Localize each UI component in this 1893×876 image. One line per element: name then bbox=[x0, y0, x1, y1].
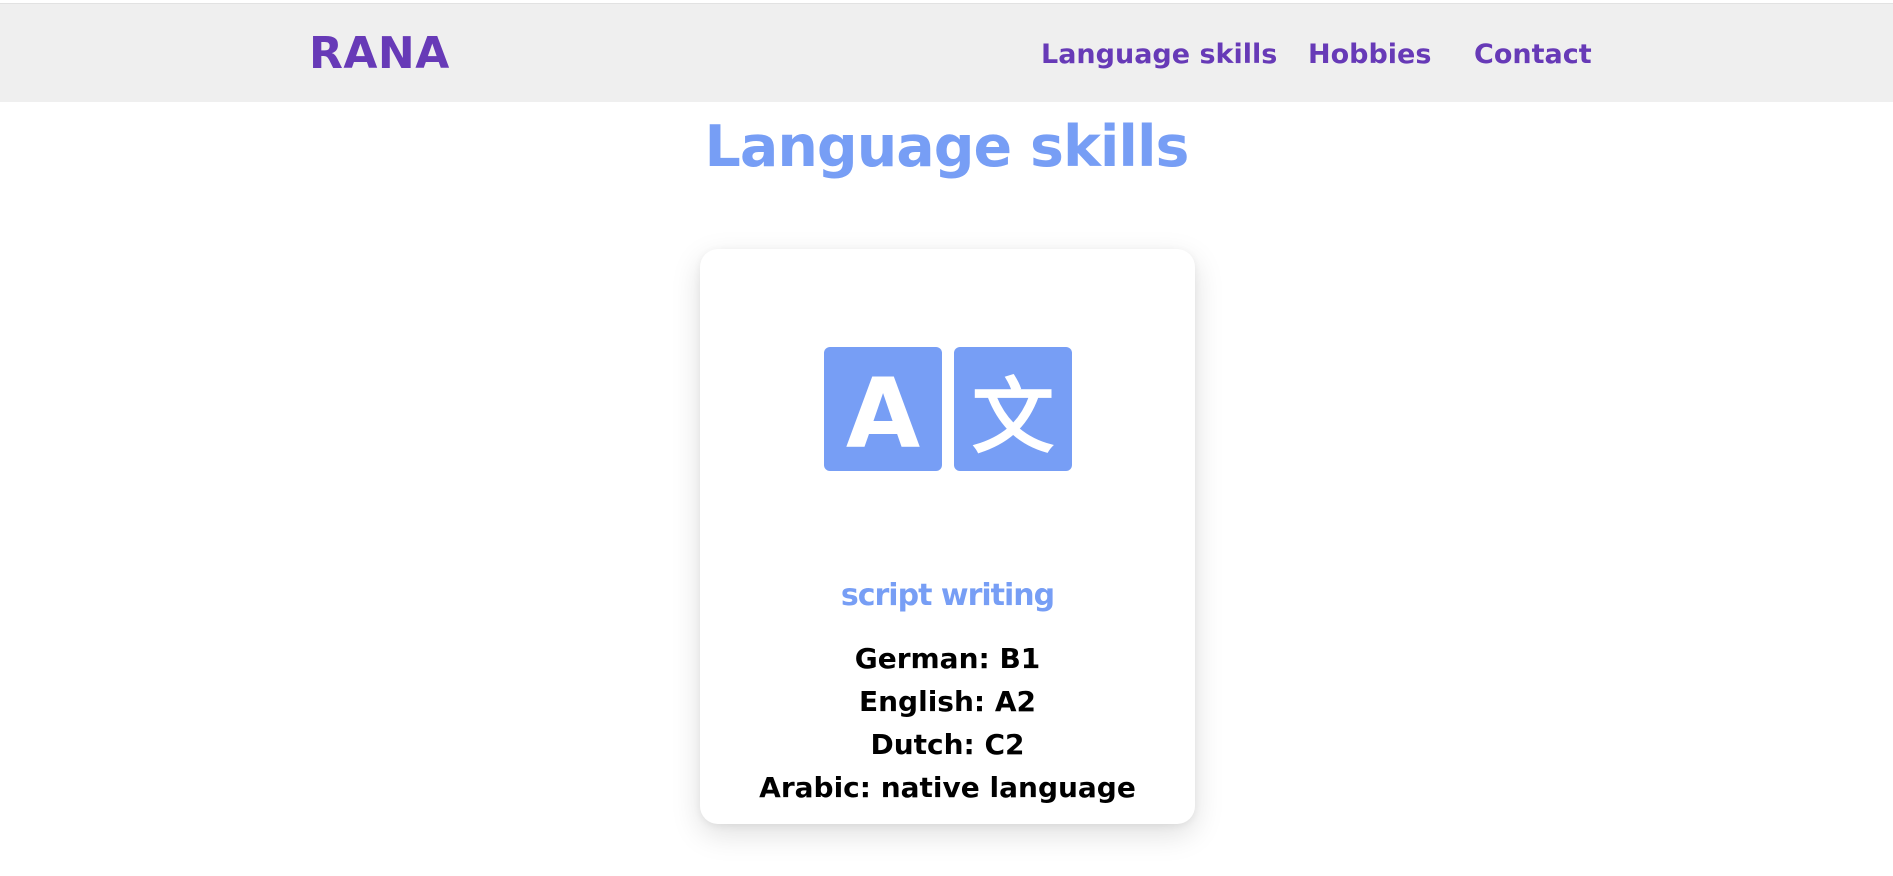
language-item-dutch: Dutch: C2 bbox=[870, 728, 1025, 761]
language-item-german: German: B1 bbox=[854, 642, 1041, 675]
svg-text:文: 文 bbox=[972, 370, 1054, 465]
nav-link-language-skills[interactable]: Language skills bbox=[1041, 38, 1277, 72]
language-item-english: English: A2 bbox=[859, 685, 1036, 718]
nav-link-hobbies[interactable]: Hobbies bbox=[1308, 38, 1431, 72]
language-list: German: B1 English: A2 Dutch: C2 Arabic:… bbox=[700, 637, 1195, 809]
language-item-arabic: Arabic: native language bbox=[759, 771, 1136, 804]
card-subtitle: script writing bbox=[840, 578, 1055, 613]
top-navbar: RANA Language skills Hobbies Contact bbox=[0, 3, 1893, 102]
translate-icon: A 文 bbox=[824, 347, 1072, 471]
nav-link-contact[interactable]: Contact bbox=[1474, 38, 1592, 72]
section-title: Language skills bbox=[704, 114, 1190, 180]
language-skills-card: A 文 script writing German: B1 English: A… bbox=[700, 249, 1195, 824]
site-logo[interactable]: RANA bbox=[309, 29, 450, 79]
svg-text:A: A bbox=[846, 358, 920, 470]
